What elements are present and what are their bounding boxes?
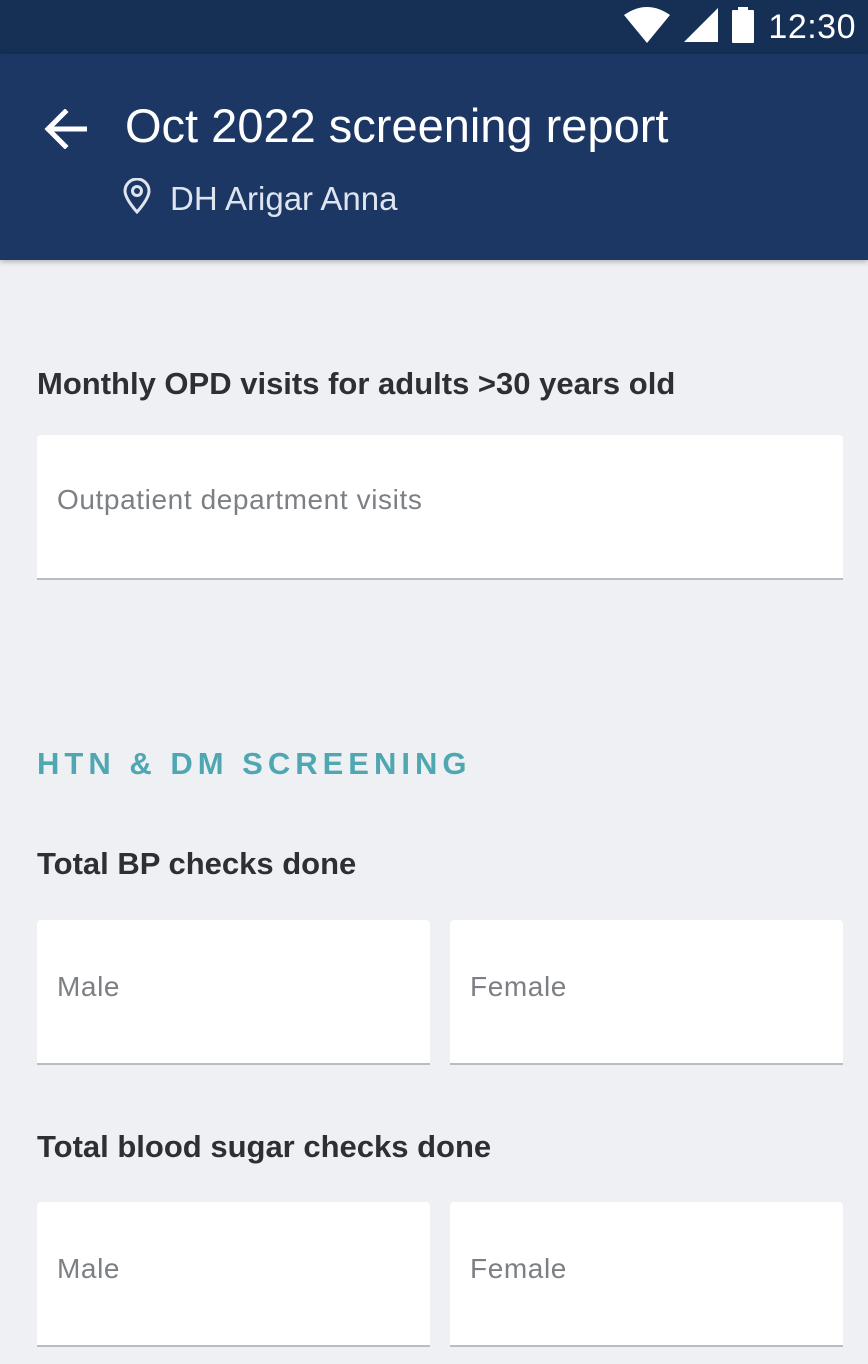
opd-visits-field[interactable] — [37, 435, 843, 580]
opd-visits-label: Monthly OPD visits for adults >30 years … — [37, 366, 676, 401]
bp-checks-label: Total BP checks done — [37, 846, 357, 881]
location-pin-icon — [122, 177, 152, 219]
page-title: Oct 2022 screening report — [125, 99, 669, 152]
sugar-male-input[interactable] — [37, 1226, 430, 1312]
status-bar: 12:30 — [0, 0, 868, 54]
status-icons: 12:30 — [624, 0, 856, 54]
bp-male-field[interactable] — [37, 920, 430, 1065]
opd-visits-input[interactable] — [37, 457, 843, 543]
bp-male-input[interactable] — [37, 944, 430, 1030]
wifi-icon — [624, 6, 671, 48]
sugar-female-field[interactable] — [450, 1202, 843, 1347]
status-time: 12:30 — [768, 7, 856, 46]
sugar-female-input[interactable] — [450, 1226, 843, 1312]
bp-female-input[interactable] — [450, 944, 843, 1030]
facility-name: DH Arigar Anna — [170, 179, 398, 217]
facility-row: DH Arigar Anna — [122, 177, 398, 219]
bp-female-field[interactable] — [450, 920, 843, 1065]
sugar-male-field[interactable] — [37, 1202, 430, 1347]
sugar-checks-label: Total blood sugar checks done — [37, 1129, 492, 1164]
app-bar: Oct 2022 screening report DH Arigar Anna — [0, 54, 868, 260]
arrow-left-icon — [43, 107, 88, 154]
signal-icon — [684, 7, 719, 47]
section-header-htn-dm: HTN & DM SCREENING — [37, 746, 472, 781]
battery-icon — [732, 6, 755, 48]
back-button[interactable] — [38, 104, 92, 158]
